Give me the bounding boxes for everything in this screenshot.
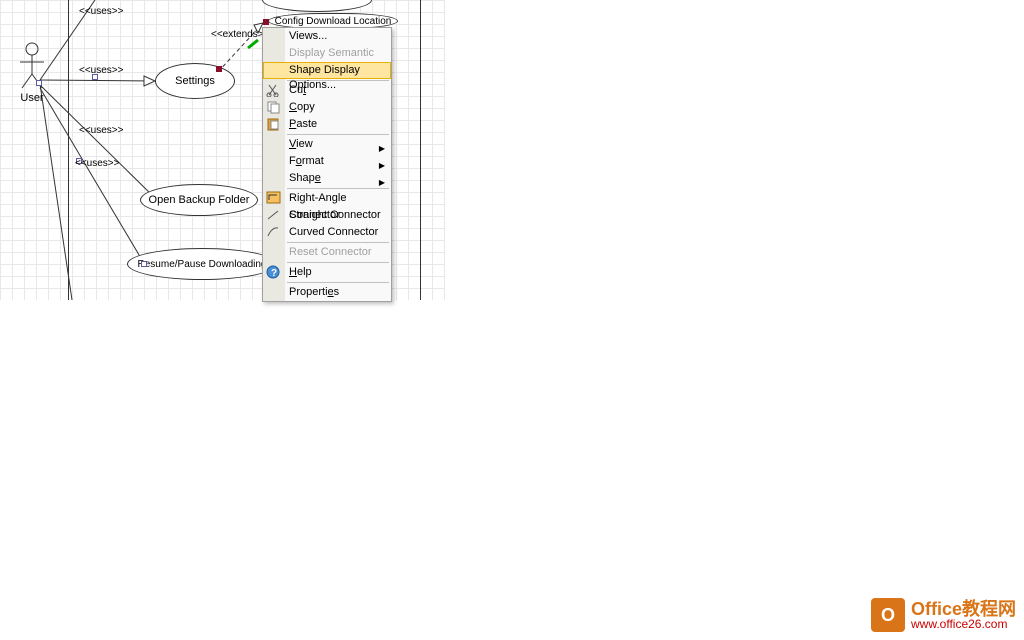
selection-handle[interactable] — [216, 66, 222, 72]
boundary-line-left — [68, 0, 69, 300]
curved-connector-icon — [266, 225, 282, 239]
copy-icon — [266, 100, 282, 114]
boundary-line-right — [420, 0, 421, 300]
menu-item-shape-display-options[interactable]: Shape Display Options... — [263, 62, 391, 79]
usecase-settings[interactable]: Settings — [155, 63, 235, 99]
logo-badge: O — [871, 598, 905, 632]
logo-url: www.office26.com — [911, 618, 1016, 630]
stereotype-uses: <<uses>> — [79, 6, 123, 17]
straight-connector-icon — [266, 208, 282, 222]
menu-item-format[interactable]: Format▶ — [263, 153, 391, 170]
logo-title: Office教程网 — [911, 600, 1016, 618]
svg-text:?: ? — [271, 268, 277, 279]
menu-item-shape[interactable]: Shape▶ — [263, 170, 391, 187]
menu-item-straight-connector[interactable]: Straight Connector — [263, 207, 391, 224]
menu-separator — [287, 134, 389, 135]
menu-item-reset-connector: Reset Connector — [263, 244, 391, 261]
menu-item-right-angle-connector[interactable]: Right-Angle Connector — [263, 190, 391, 207]
menu-item-views[interactable]: Views... — [263, 28, 391, 45]
stereotype-extends: <<extends>> — [211, 29, 269, 40]
usecase-label: Resume/Pause Downloading — [138, 259, 267, 270]
actor-label: User — [12, 92, 52, 104]
context-menu: Views... Display Semantic Errors Shape D… — [262, 27, 392, 302]
menu-item-properties[interactable]: Properties — [263, 284, 391, 301]
cut-icon — [266, 83, 282, 97]
menu-item-help[interactable]: ? Help — [263, 264, 391, 281]
menu-separator — [287, 282, 389, 283]
usecase-open-backup[interactable]: Open Backup Folder — [140, 184, 258, 216]
selection-handle[interactable] — [36, 80, 42, 86]
menu-separator — [287, 188, 389, 189]
selection-handle[interactable] — [141, 261, 147, 267]
menu-item-paste[interactable]: Paste — [263, 116, 391, 133]
stereotype-uses: <<uses>> — [79, 125, 123, 136]
usecase-label: Open Backup Folder — [149, 194, 250, 206]
menu-item-view[interactable]: View▶ — [263, 136, 391, 153]
paste-icon — [266, 117, 282, 131]
actor-user[interactable]: User — [12, 42, 52, 104]
watermark-logo: O Office教程网 www.office26.com — [871, 598, 1016, 632]
stereotype-uses: <<uses>> — [79, 65, 123, 76]
menu-item-copy[interactable]: Copy — [263, 99, 391, 116]
menu-item-semantic-errors: Display Semantic Errors — [263, 45, 391, 62]
usecase-resume-pause[interactable]: Resume/Pause Downloading — [127, 248, 277, 280]
menu-item-cut[interactable]: Cut — [263, 82, 391, 99]
help-icon: ? — [266, 265, 282, 279]
stereotype-uses: <<uses>> — [75, 158, 119, 169]
menu-separator — [287, 242, 389, 243]
usecase-label: Config Download Location — [275, 16, 392, 27]
submenu-arrow-icon: ▶ — [379, 174, 385, 191]
usecase-label: Settings — [175, 75, 215, 87]
right-angle-connector-icon — [266, 191, 282, 205]
menu-separator — [287, 262, 389, 263]
menu-item-curved-connector[interactable]: Curved Connector — [263, 224, 391, 241]
